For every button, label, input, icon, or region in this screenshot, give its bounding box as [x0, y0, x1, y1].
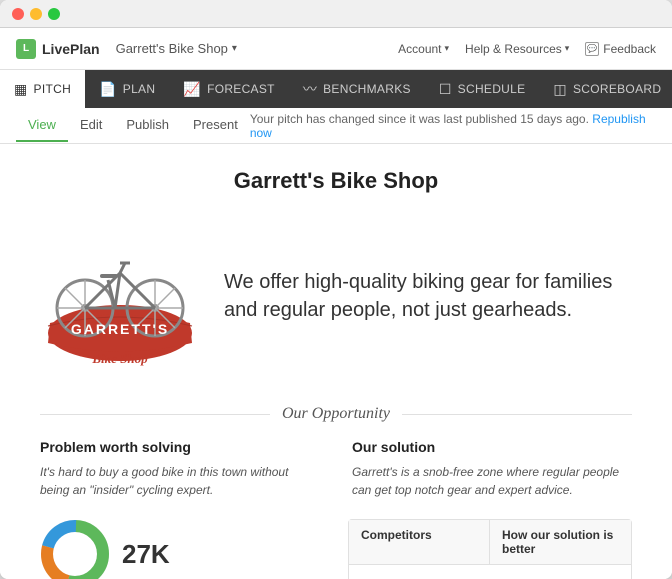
- logo-text: LivePlan: [42, 41, 100, 57]
- bottom-grid: 27K Target Market Young families 54% ($2…: [40, 519, 632, 579]
- sub-nav: View Edit Publish Present Your pitch has…: [0, 108, 672, 144]
- sub-nav-links: View Edit Publish Present: [16, 109, 250, 142]
- maximize-button[interactable]: [48, 8, 60, 20]
- header-actions: Account Help & Resources 💬 Feedback: [398, 42, 656, 56]
- nav-item-plan[interactable]: 📄 Plan: [85, 70, 169, 108]
- help-menu[interactable]: Help & Resources: [465, 42, 569, 56]
- subnav-present[interactable]: Present: [181, 109, 250, 142]
- account-menu[interactable]: Account: [398, 42, 449, 56]
- feedback-icon: 💬: [585, 42, 599, 56]
- plan-icon: 📄: [99, 81, 117, 98]
- nav-item-scoreboard[interactable]: ◫ Scoreboard: [539, 70, 672, 108]
- app-window: L LivePlan Garrett's Bike Shop Account H…: [0, 0, 672, 579]
- main-content: Garrett's Bike Shop: [0, 144, 672, 579]
- problem-solution-grid: Problem worth solving It's hard to buy a…: [40, 439, 632, 499]
- forecast-icon: 📈: [183, 81, 201, 98]
- publish-notice: Your pitch has changed since it was last…: [250, 112, 656, 140]
- nav-item-schedule[interactable]: ☐ Schedule: [425, 70, 540, 108]
- page-title: Garrett's Bike Shop: [40, 168, 632, 194]
- solution-column: Our solution Garrett's is a snob-free zo…: [352, 439, 632, 499]
- subnav-publish[interactable]: Publish: [114, 109, 181, 142]
- market-section: 27K Target Market Young families 54% ($2…: [40, 519, 324, 579]
- feedback-button[interactable]: 💬 Feedback: [585, 42, 656, 56]
- logo-icon: L: [16, 39, 36, 59]
- pitch-icon: ▦: [14, 81, 28, 98]
- competitors-section: Competitors How our solution is better: [348, 519, 632, 579]
- donut-chart: [40, 519, 110, 579]
- hero-section: GARRETT'S Bike Shop We offer high-qualit…: [40, 218, 632, 373]
- logo: L LivePlan: [16, 39, 100, 59]
- solution-text: Garrett's is a snob-free zone where regu…: [352, 463, 632, 499]
- subnav-view[interactable]: View: [16, 109, 68, 142]
- scoreboard-icon: ◫: [553, 81, 567, 98]
- problem-heading: Problem worth solving: [40, 439, 320, 455]
- minimize-button[interactable]: [30, 8, 42, 20]
- subnav-edit[interactable]: Edit: [68, 109, 114, 142]
- hero-description: We offer high-quality biking gear for fa…: [224, 268, 632, 324]
- problem-column: Problem worth solving It's hard to buy a…: [40, 439, 320, 499]
- nav-item-pitch[interactable]: ▦ Pitch: [0, 70, 85, 108]
- problem-text: It's hard to buy a good bike in this tow…: [40, 463, 320, 499]
- market-total: 27K: [122, 539, 170, 570]
- solution-heading: Our solution: [352, 439, 632, 455]
- nav-item-forecast[interactable]: 📈 Forecast: [169, 70, 288, 108]
- app-header: L LivePlan Garrett's Bike Shop Account H…: [0, 28, 672, 70]
- competitors-col1: Competitors: [349, 520, 490, 564]
- competitors-header: Competitors How our solution is better: [349, 520, 631, 565]
- opportunity-title: Our Opportunity: [270, 405, 402, 422]
- title-bar: [0, 0, 672, 28]
- brand-logo: GARRETT'S Bike Shop: [40, 218, 200, 373]
- company-selector[interactable]: Garrett's Bike Shop: [116, 41, 237, 56]
- market-number-display: 27K: [122, 539, 170, 570]
- benchmarks-icon: 〰: [303, 79, 317, 99]
- opportunity-section-header: Our Opportunity: [40, 405, 632, 423]
- svg-text:GARRETT'S: GARRETT'S: [71, 321, 169, 337]
- donut-chart-area: 27K: [40, 519, 324, 579]
- svg-text:Bike Shop: Bike Shop: [91, 351, 148, 366]
- competitors-col2: How our solution is better: [490, 520, 631, 564]
- main-nav: ▦ Pitch 📄 Plan 📈 Forecast 〰 Benchmarks ☐…: [0, 70, 672, 108]
- schedule-icon: ☐: [439, 81, 452, 98]
- close-button[interactable]: [12, 8, 24, 20]
- nav-item-benchmarks[interactable]: 〰 Benchmarks: [289, 70, 425, 108]
